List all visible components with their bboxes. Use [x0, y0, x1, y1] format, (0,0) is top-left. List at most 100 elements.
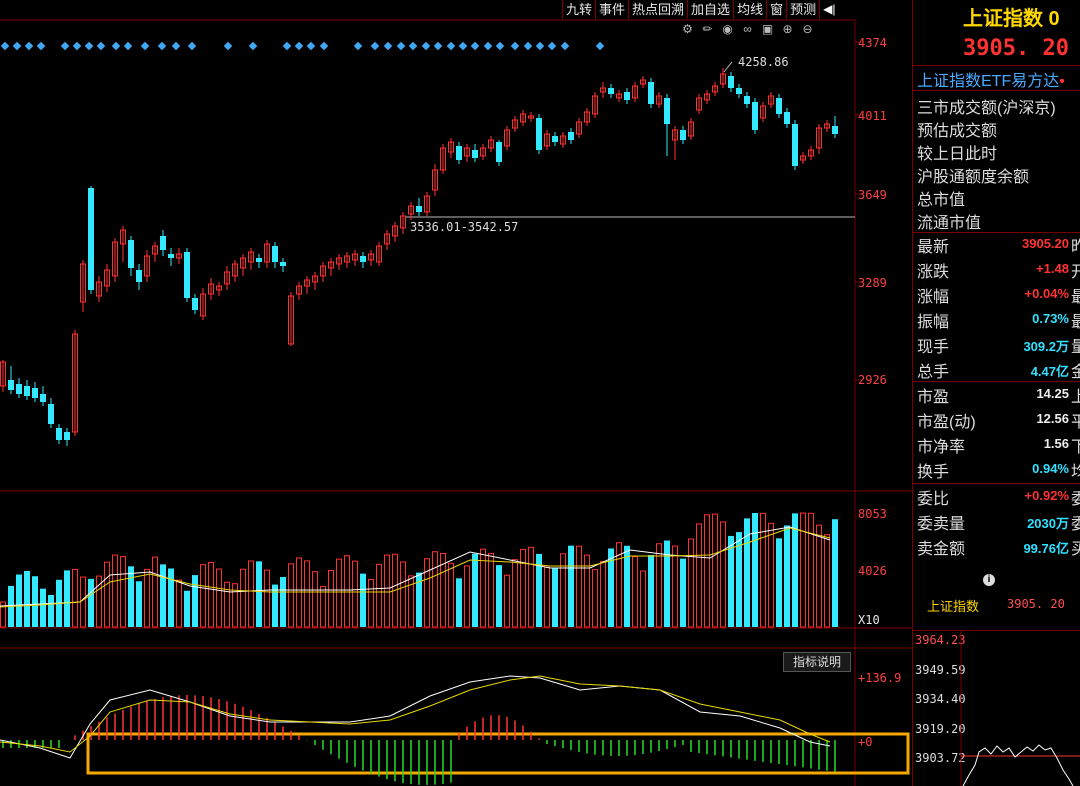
volume-bar — [64, 570, 70, 627]
signal-diamond — [421, 41, 431, 51]
quote-row: 市盈(动) 12.56平 — [913, 408, 1080, 433]
gear-icon[interactable]: ⚙ — [680, 22, 695, 37]
volume-bar — [800, 512, 806, 628]
volume-bar — [720, 521, 726, 628]
volume-bar — [360, 573, 366, 627]
quote-label: 最新 — [917, 239, 950, 256]
quote-label: 市盈(动) — [917, 414, 976, 431]
add-watchlist-button[interactable]: 加自选 — [687, 0, 733, 19]
volume-bar — [520, 548, 526, 628]
quote-row: 市盈 14.25上 — [913, 383, 1080, 408]
candle-body — [88, 188, 94, 290]
candle-body — [64, 432, 70, 440]
volume-bar — [112, 554, 118, 628]
quote-row: 振幅 0.73%最 — [913, 308, 1080, 333]
volume-bar — [320, 585, 326, 628]
zoom-out-icon[interactable]: ⊖ — [800, 22, 815, 37]
volume-bar — [120, 556, 126, 628]
quote-next-label: 开 — [1071, 258, 1080, 282]
candle-body — [280, 262, 286, 266]
quote-value: +0.92% — [1024, 488, 1069, 503]
volume-bar — [144, 568, 150, 628]
volume-bar — [528, 546, 534, 628]
link-icon[interactable]: ∞ — [740, 22, 755, 37]
volume-bar — [256, 561, 262, 627]
volume-bar — [568, 545, 574, 627]
nine-turn-button[interactable]: 九转 — [562, 0, 595, 19]
volume-bar — [560, 553, 566, 628]
signal-diamond — [140, 41, 150, 51]
chart-toolbar: 九转 事件 热点回溯 加自选 均线 窗 预测 ◀| — [562, 0, 844, 19]
volume-bar — [168, 568, 174, 627]
volume-bar — [456, 578, 462, 627]
moving-average-button[interactable]: 均线 — [733, 0, 766, 19]
volume-bar — [472, 553, 478, 627]
volume-bar — [376, 563, 382, 628]
volume-bar — [576, 545, 582, 628]
volume-bar — [768, 522, 774, 628]
current-price: 3905. 20 + — [963, 36, 1069, 61]
high-pointer — [723, 61, 733, 73]
quote-next-label: 均 — [1071, 458, 1080, 482]
candle-body — [536, 118, 542, 150]
volume-bar — [216, 568, 222, 628]
signal-diamond — [446, 41, 456, 51]
window-button[interactable]: 窗 — [766, 0, 786, 19]
signal-diamond — [294, 41, 304, 51]
candle-body — [552, 136, 558, 142]
chart-area[interactable] — [0, 0, 912, 786]
signal-diamond — [12, 41, 22, 51]
quote-value: 2030万 — [1027, 516, 1069, 531]
candle-body — [752, 102, 758, 130]
volume-bar — [128, 566, 134, 627]
signal-diamond — [458, 41, 468, 51]
candle-body — [360, 256, 366, 262]
price-axis-label: 2926 — [858, 373, 887, 387]
quote-label: 总手 — [917, 364, 950, 381]
events-button[interactable]: 事件 — [595, 0, 628, 19]
signal-diamond — [248, 41, 258, 51]
quote-next-label: 委 — [1071, 485, 1080, 509]
signal-diamond — [123, 41, 133, 51]
related-etf-link[interactable]: 上证指数ETF易方达• — [917, 67, 1065, 91]
section-estimated-turnover: 预估成交额 — [917, 123, 998, 140]
zoom-in-icon[interactable]: ⊕ — [780, 22, 795, 37]
info-icon[interactable]: i — [983, 574, 995, 586]
quote-row: 委比 +0.92%委 — [913, 485, 1080, 510]
eye-icon[interactable]: ◉ — [720, 22, 735, 37]
section-connect-quota: 沪股通额度余额 — [917, 169, 1030, 186]
quote-next-label: 平 — [1071, 408, 1080, 432]
candle-body — [680, 130, 686, 140]
quote-value: 1.56 — [1043, 436, 1069, 451]
draw-icon[interactable]: ✏ — [700, 22, 715, 37]
volume-bar — [72, 568, 78, 628]
candle-body — [832, 126, 838, 134]
collapse-arrow-icon[interactable]: ◀| — [819, 0, 844, 19]
volume-axis-label: 4026 — [858, 564, 887, 578]
price-axis-label: 4011 — [858, 109, 887, 123]
quote-next-label: 昨 — [1071, 233, 1080, 257]
candle-body — [272, 246, 278, 262]
mini-chart-label: 3934.40 — [915, 692, 966, 706]
chart-tool-icons: ⚙ ✏ ◉ ∞ ▣ ⊕ ⊖ — [680, 22, 815, 37]
volume-bar — [640, 570, 646, 628]
volume-bar — [728, 535, 734, 627]
indicator-help-button[interactable]: 指标说明 — [783, 652, 851, 672]
camera-icon[interactable]: ▣ — [760, 22, 775, 37]
volume-bar — [600, 560, 606, 628]
hot-replay-button[interactable]: 热点回溯 — [628, 0, 687, 19]
volume-bar — [200, 564, 206, 628]
volume-bar — [712, 513, 718, 628]
volume-bar — [240, 568, 246, 628]
quote-label: 委卖量 — [917, 516, 966, 533]
signal-diamond — [24, 41, 34, 51]
volume-bar — [648, 555, 654, 627]
quote-label: 振幅 — [917, 314, 950, 331]
forecast-button[interactable]: 预测 — [786, 0, 819, 19]
volume-bar — [792, 513, 798, 627]
volume-bar — [496, 565, 502, 627]
volume-bar — [464, 565, 470, 628]
volume-bar — [336, 558, 342, 628]
volume-bar — [760, 512, 766, 628]
volume-bar — [688, 538, 694, 628]
